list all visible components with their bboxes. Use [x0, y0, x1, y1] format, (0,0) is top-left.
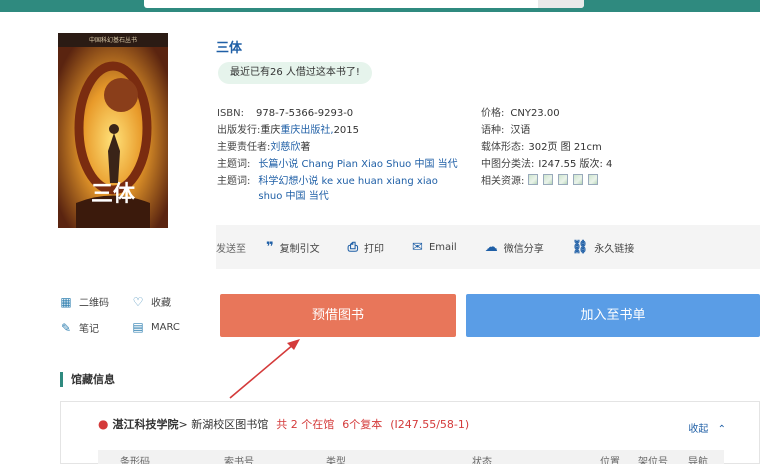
holdings-table-header: 条形码 索书号 类型 状态 位置 架位号 导航	[98, 450, 724, 464]
meta-isbn-row: ISBN: 978-7-5366-9293-0	[217, 108, 354, 119]
permalink-button[interactable]: ⛓ 永久链接	[572, 240, 635, 255]
book-cover-image: 三体 中国科幻基石丛书	[58, 33, 168, 228]
qrcode-icon: ▦	[60, 294, 72, 309]
isbn-value: 978-7-5366-9293-0	[256, 108, 354, 119]
meta-classification-row: 中图分类法: I247.55 版次: 4	[481, 159, 613, 170]
column-header: 条形码	[120, 457, 150, 464]
wechat-icon: ☁	[484, 239, 498, 255]
resource-image-icon[interactable]	[528, 174, 539, 185]
copy-count: 6个复本	[342, 418, 383, 431]
cover-title-text: 三体	[91, 182, 136, 207]
meta-publisher-row: 出版发行: 重庆 重庆出版社, 2015	[217, 123, 360, 138]
print-icon: ⎙	[347, 239, 359, 255]
annotation-arrow	[229, 339, 300, 399]
email-button[interactable]: ✉ Email	[412, 241, 457, 254]
metadata-left: ISBN: 978-7-5366-9293-0 出版发行: 重庆 重庆出版社, …	[217, 106, 462, 206]
collapse-toggle[interactable]: 收起 ⌃	[688, 420, 726, 435]
publisher-link[interactable]: 重庆出版社,	[280, 123, 333, 138]
send-to-label: 发送至	[216, 243, 246, 255]
favorite-button[interactable]: ♡ 收藏	[131, 294, 171, 310]
availability-count: 共 2 个在馆	[276, 418, 335, 431]
holding-library-line: ● 湛江科技学院 > 新湖校区图书馆 共 2 个在馆 6个复本 (I247.55…	[98, 416, 469, 432]
resource-image-icon[interactable]	[588, 174, 599, 185]
chevron-up-icon: ⌃	[717, 424, 726, 435]
heart-icon: ♡	[132, 294, 144, 309]
metadata-right: 价格: CNY23.00 语种: 汉语 载体形态: 302页 图 21cm 中图…	[481, 106, 741, 191]
edit-icon: ✎	[60, 320, 72, 335]
library-name: 湛江科技学院	[112, 418, 179, 431]
branch-name: > 新湖校区图书馆	[178, 418, 269, 431]
wechat-share-button[interactable]: ☁ 微信分享	[485, 240, 544, 255]
column-header: 位置	[600, 457, 620, 464]
copy-citation-button[interactable]: ❞ 复制引文	[266, 240, 320, 255]
cover-series-text: 中国科幻基石丛书	[89, 36, 137, 44]
permalink-icon: ⛓	[571, 239, 589, 255]
qrcode-button[interactable]: ▦ 二维码	[59, 294, 109, 310]
meta-format-row: 载体形态: 302页 图 21cm	[481, 142, 602, 153]
borrow-book-button[interactable]: 预借图书	[220, 294, 456, 337]
holdings-section-title: 馆藏信息	[60, 372, 115, 387]
meta-language-row: 语种: 汉语	[481, 125, 531, 136]
resource-image-icon[interactable]	[543, 174, 554, 185]
related-resources	[528, 174, 599, 189]
document-icon: ▤	[132, 320, 144, 334]
meta-author-row: 主要责任者: 刘慈欣 著	[217, 140, 311, 155]
location-pin-icon: ●	[98, 417, 109, 431]
resource-image-icon[interactable]	[573, 174, 584, 185]
column-header: 类型	[326, 457, 346, 464]
borrow-count-badge: 最近已有26 人借过这本书了!	[218, 62, 372, 84]
search-button[interactable]	[538, 0, 584, 8]
marc-button[interactable]: ▤ MARC	[131, 320, 180, 334]
search-input[interactable]	[144, 0, 584, 8]
resource-image-icon[interactable]	[558, 174, 569, 185]
call-number: (I247.55/58-1)	[390, 417, 470, 431]
column-header: 架位号	[638, 457, 668, 464]
author-link[interactable]: 刘慈欣	[270, 140, 300, 155]
meta-price-row: 价格: CNY23.00	[481, 108, 560, 119]
print-button[interactable]: ⎙ 打印	[348, 240, 384, 255]
book-title: 三体	[216, 41, 243, 56]
holdings-panel: ● 湛江科技学院 > 新湖校区图书馆 共 2 个在馆 6个复本 (I247.55…	[60, 401, 760, 464]
subject-link-2[interactable]: 科学幻想小说 ke xue huan xiang xiao shuo 中国 当代	[258, 174, 462, 204]
subject-link-1[interactable]: 长篇小说 Chang Pian Xiao Shuo 中国 当代	[258, 157, 457, 172]
top-header-bar	[0, 0, 760, 12]
email-icon: ✉	[412, 239, 423, 255]
meta-resources-row: 相关资源:	[481, 174, 741, 189]
meta-subject-row-2: 主题词: 科学幻想小说 ke xue huan xiang xiao shuo …	[217, 174, 462, 204]
meta-subject-row-1: 主题词: 长篇小说 Chang Pian Xiao Shuo 中国 当代	[217, 157, 458, 172]
share-toolbar: 发送至 ❞ 复制引文 ⎙ 打印 ✉ Email ☁ 微信分享 ⛓ 永久链接	[216, 225, 760, 269]
quote-icon: ❞	[266, 239, 274, 255]
add-to-booklist-button[interactable]: 加入至书单	[466, 294, 760, 337]
column-header: 索书号	[224, 457, 254, 464]
column-header: 状态	[472, 457, 492, 464]
column-header: 导航	[688, 457, 708, 464]
notes-button[interactable]: ✎ 笔记	[59, 320, 99, 336]
